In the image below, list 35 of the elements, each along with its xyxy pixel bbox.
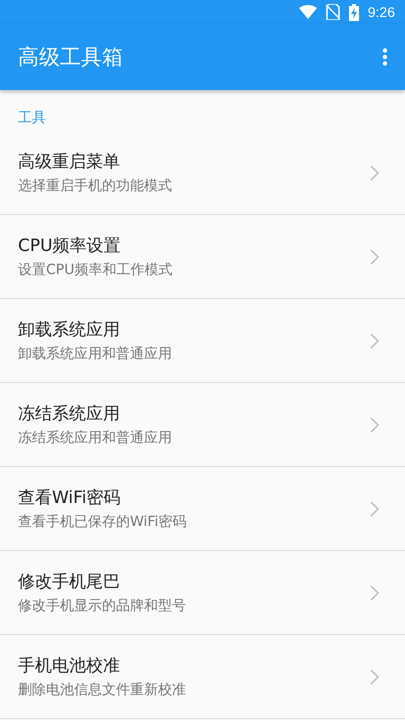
- item-subtitle: 设置CPU频率和工作模式: [18, 261, 172, 279]
- item-subtitle: 查看手机已保存的WiFi密码: [18, 513, 186, 531]
- item-title: CPU频率设置: [18, 235, 122, 257]
- section-header: 工具: [17, 109, 47, 128]
- no-sim-icon: [326, 4, 340, 20]
- item-subtitle: 修改手机显示的品牌和型号: [18, 597, 186, 615]
- chevron-right-icon: [370, 584, 379, 600]
- list-item[interactable]: 修改手机尾巴 修改手机显示的品牌和型号: [0, 551, 405, 635]
- battery-charging-icon: [348, 4, 359, 20]
- item-subtitle: 删除电池信息文件重新校准: [18, 681, 186, 699]
- chevron-right-icon: [370, 500, 379, 516]
- item-subtitle: 选择重启手机的功能模式: [18, 177, 172, 195]
- item-title: 卸载系统应用: [18, 319, 121, 341]
- item-title: 查看WiFi密码: [18, 487, 122, 509]
- item-title: 手机电池校准: [18, 655, 121, 677]
- wifi-icon: [298, 5, 317, 19]
- list-item[interactable]: CPU频率设置 设置CPU频率和工作模式: [0, 215, 405, 299]
- item-title: 高级重启菜单: [18, 151, 121, 173]
- list-item[interactable]: 高级重启菜单 选择重启手机的功能模式: [0, 131, 405, 215]
- item-subtitle: 卸载系统应用和普通应用: [18, 345, 172, 363]
- list-item[interactable]: 手机电池校准 删除电池信息文件重新校准: [0, 635, 405, 719]
- item-subtitle: 冻结系统应用和普通应用: [18, 429, 172, 447]
- status-time: 9:26: [368, 4, 395, 20]
- list-item[interactable]: 卸载系统应用 卸载系统应用和普通应用: [0, 299, 405, 383]
- item-title: 冻结系统应用: [18, 403, 121, 425]
- chevron-right-icon: [370, 164, 379, 180]
- list-item[interactable]: 查看WiFi密码 查看手机已保存的WiFi密码: [0, 467, 405, 551]
- list-item[interactable]: 冻结系统应用 冻结系统应用和普通应用: [0, 383, 405, 467]
- app-title: 高级工具箱: [18, 44, 123, 71]
- chevron-right-icon: [370, 668, 379, 684]
- more-options-icon[interactable]: [382, 48, 388, 66]
- chevron-right-icon: [370, 332, 379, 348]
- item-title: 修改手机尾巴: [18, 571, 121, 593]
- chevron-right-icon: [370, 416, 379, 432]
- chevron-right-icon: [370, 248, 379, 264]
